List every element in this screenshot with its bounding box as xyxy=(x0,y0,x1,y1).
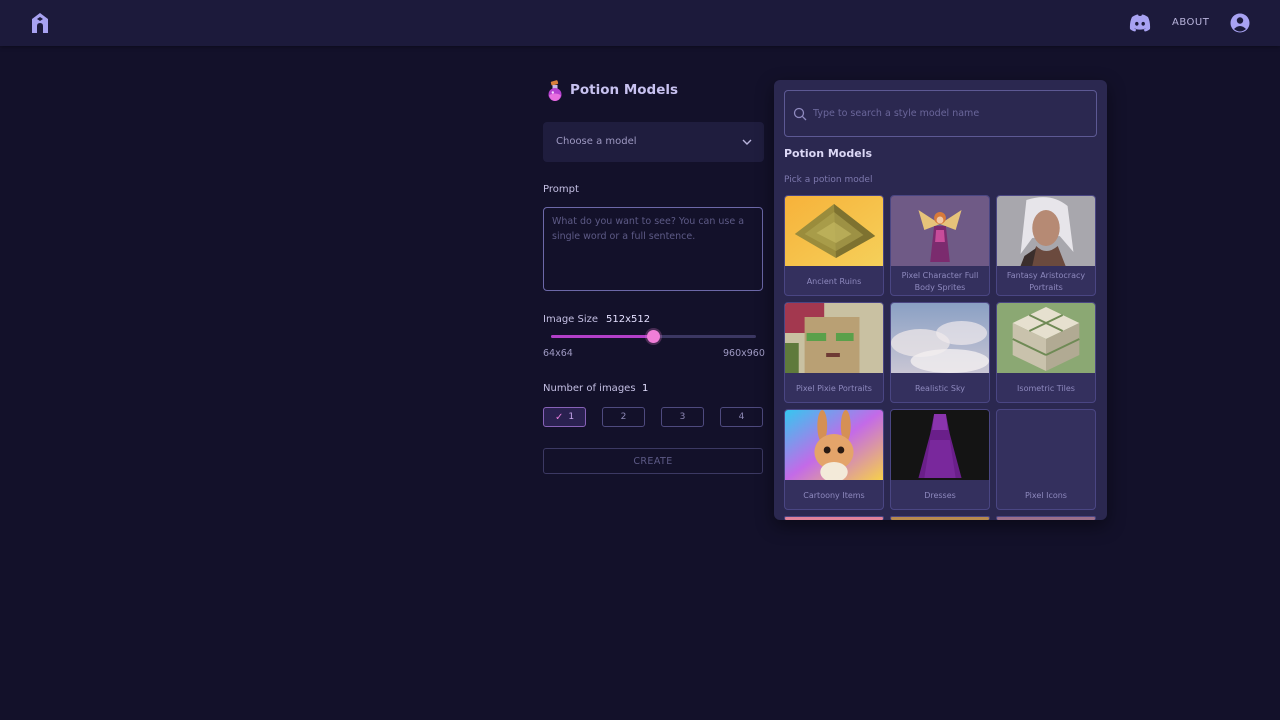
model-card-pixel-character[interactable]: Pixel Character Full Body Sprites xyxy=(890,195,990,296)
model-select-value: Choose a model xyxy=(556,136,637,147)
model-card-ancient-ruins[interactable]: Ancient Ruins xyxy=(784,195,884,296)
model-card-cartoony-items[interactable]: Cartoony Items xyxy=(784,409,884,510)
dresses-thumbnail xyxy=(891,410,989,480)
num-option-label: 1 xyxy=(568,412,575,422)
image-size-min: 64x64 xyxy=(543,348,573,359)
top-bar: ABOUT xyxy=(0,0,1280,46)
account-circle-icon[interactable] xyxy=(1230,13,1250,33)
model-card-pixel-icons[interactable]: Pixel Icons xyxy=(996,409,1096,510)
model-picker-dropdown: Potion Models Pick a potion model Ancien… xyxy=(774,80,1107,520)
fantasy-aristocracy-thumbnail xyxy=(997,196,1095,266)
num-images-option-4[interactable]: 4 xyxy=(720,407,763,427)
model-card-pixel-pixie[interactable]: Pixel Pixie Portraits xyxy=(784,302,884,403)
prompt-label: Prompt xyxy=(543,184,579,195)
section-subtitle: Pick a potion model xyxy=(784,175,873,185)
num-images-option-1[interactable]: ✓ 1 xyxy=(543,407,586,427)
pixel-pixie-thumbnail xyxy=(785,303,883,373)
page-title: Potion Models xyxy=(570,82,679,98)
num-option-label: 4 xyxy=(738,412,745,422)
model-card-name: Ancient Ruins xyxy=(806,276,862,286)
search-input[interactable] xyxy=(813,92,1089,135)
isometric-tiles-thumbnail xyxy=(997,303,1095,373)
about-link[interactable]: ABOUT xyxy=(1172,17,1209,28)
image-size-slider[interactable] xyxy=(551,330,756,343)
model-card-name: Isometric Tiles xyxy=(1017,383,1075,393)
realistic-sky-thumbnail xyxy=(891,303,989,373)
model-search xyxy=(784,90,1097,137)
section-title: Potion Models xyxy=(784,147,873,160)
check-icon: ✓ xyxy=(554,411,564,423)
model-card-dresses[interactable]: Dresses xyxy=(890,409,990,510)
model-card-name: Pixel Pixie Portraits xyxy=(796,383,872,393)
slider-thumb[interactable] xyxy=(647,330,660,343)
potion-logo-icon[interactable] xyxy=(28,11,52,35)
model-card-partial[interactable] xyxy=(784,516,884,520)
model-card-name: Dresses xyxy=(924,490,956,500)
create-button[interactable]: CREATE xyxy=(543,448,763,474)
pixel-character-thumbnail xyxy=(891,196,989,266)
search-icon xyxy=(793,107,807,121)
image-size-label: Image Size xyxy=(543,314,599,325)
num-images-value: 1 xyxy=(642,383,649,394)
num-images-option-3[interactable]: 3 xyxy=(661,407,704,427)
cartoony-items-thumbnail xyxy=(785,410,883,480)
image-size-max: 960x960 xyxy=(723,348,765,359)
pixel-icons-thumbnail xyxy=(997,410,1095,480)
num-option-label: 3 xyxy=(679,412,686,422)
slider-fill xyxy=(551,335,654,338)
model-card-name: Pixel Icons xyxy=(1025,490,1067,500)
num-images-option-2[interactable]: 2 xyxy=(602,407,645,427)
model-card-realistic-sky[interactable]: Realistic Sky xyxy=(890,302,990,403)
discord-icon[interactable] xyxy=(1129,13,1151,33)
num-option-label: 2 xyxy=(620,412,627,422)
ancient-ruins-thumbnail xyxy=(785,196,883,266)
potion-bottle-icon xyxy=(548,80,562,101)
prompt-input[interactable] xyxy=(543,207,763,291)
model-card-name: Realistic Sky xyxy=(914,383,966,393)
model-select[interactable]: Choose a model xyxy=(543,122,764,162)
model-card-isometric-tiles[interactable]: Isometric Tiles xyxy=(996,302,1096,403)
model-card-name: Pixel Character Full Body Sprites xyxy=(901,270,979,292)
model-card-name: Cartoony Items xyxy=(803,490,865,500)
model-card-name: Fantasy Aristocracy Portraits xyxy=(1006,270,1086,292)
model-card-partial[interactable] xyxy=(890,516,990,520)
model-card-partial[interactable] xyxy=(996,516,1096,520)
model-card-fantasy-aristocracy[interactable]: Fantasy Aristocracy Portraits xyxy=(996,195,1096,296)
image-size-value: 512x512 xyxy=(606,314,651,325)
chevron-down-icon xyxy=(742,139,752,145)
num-images-label: Number of images xyxy=(543,383,636,394)
